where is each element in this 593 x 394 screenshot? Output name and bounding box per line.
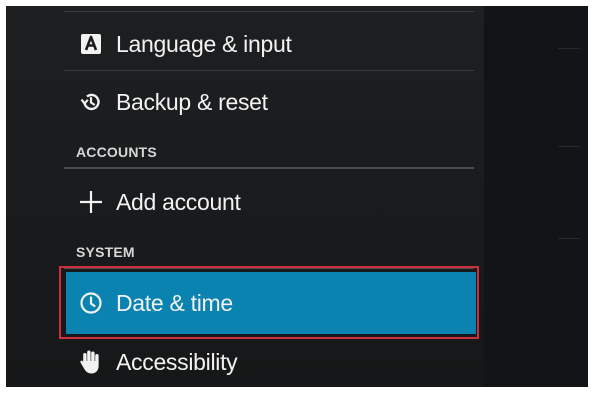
divider [64,11,474,12]
section-header-underline [64,167,474,169]
settings-item-add-account[interactable]: Add account [64,180,474,224]
settings-item-label: Add account [116,188,241,215]
detail-pane [484,6,588,387]
settings-screen: Language & input Backup & reset ACCOUNTS… [6,6,588,387]
language-icon [76,29,106,59]
settings-item-label: Language & input [116,30,292,57]
hand-icon [76,347,106,377]
settings-item-label: Accessibility [116,348,238,375]
pane-divider [558,48,580,49]
pane-divider [558,146,580,147]
section-header-accounts: ACCOUNTS [76,144,157,160]
highlight-box [59,266,479,339]
section-header-system: SYSTEM [76,244,135,260]
settings-item-backup-reset[interactable]: Backup & reset [64,80,474,124]
backup-reset-icon [76,87,106,117]
settings-item-language-input[interactable]: Language & input [64,22,474,66]
divider [64,70,474,71]
pane-divider [558,238,580,239]
settings-item-accessibility[interactable]: Accessibility [64,340,474,384]
plus-icon [76,187,106,217]
settings-item-label: Backup & reset [116,88,268,115]
